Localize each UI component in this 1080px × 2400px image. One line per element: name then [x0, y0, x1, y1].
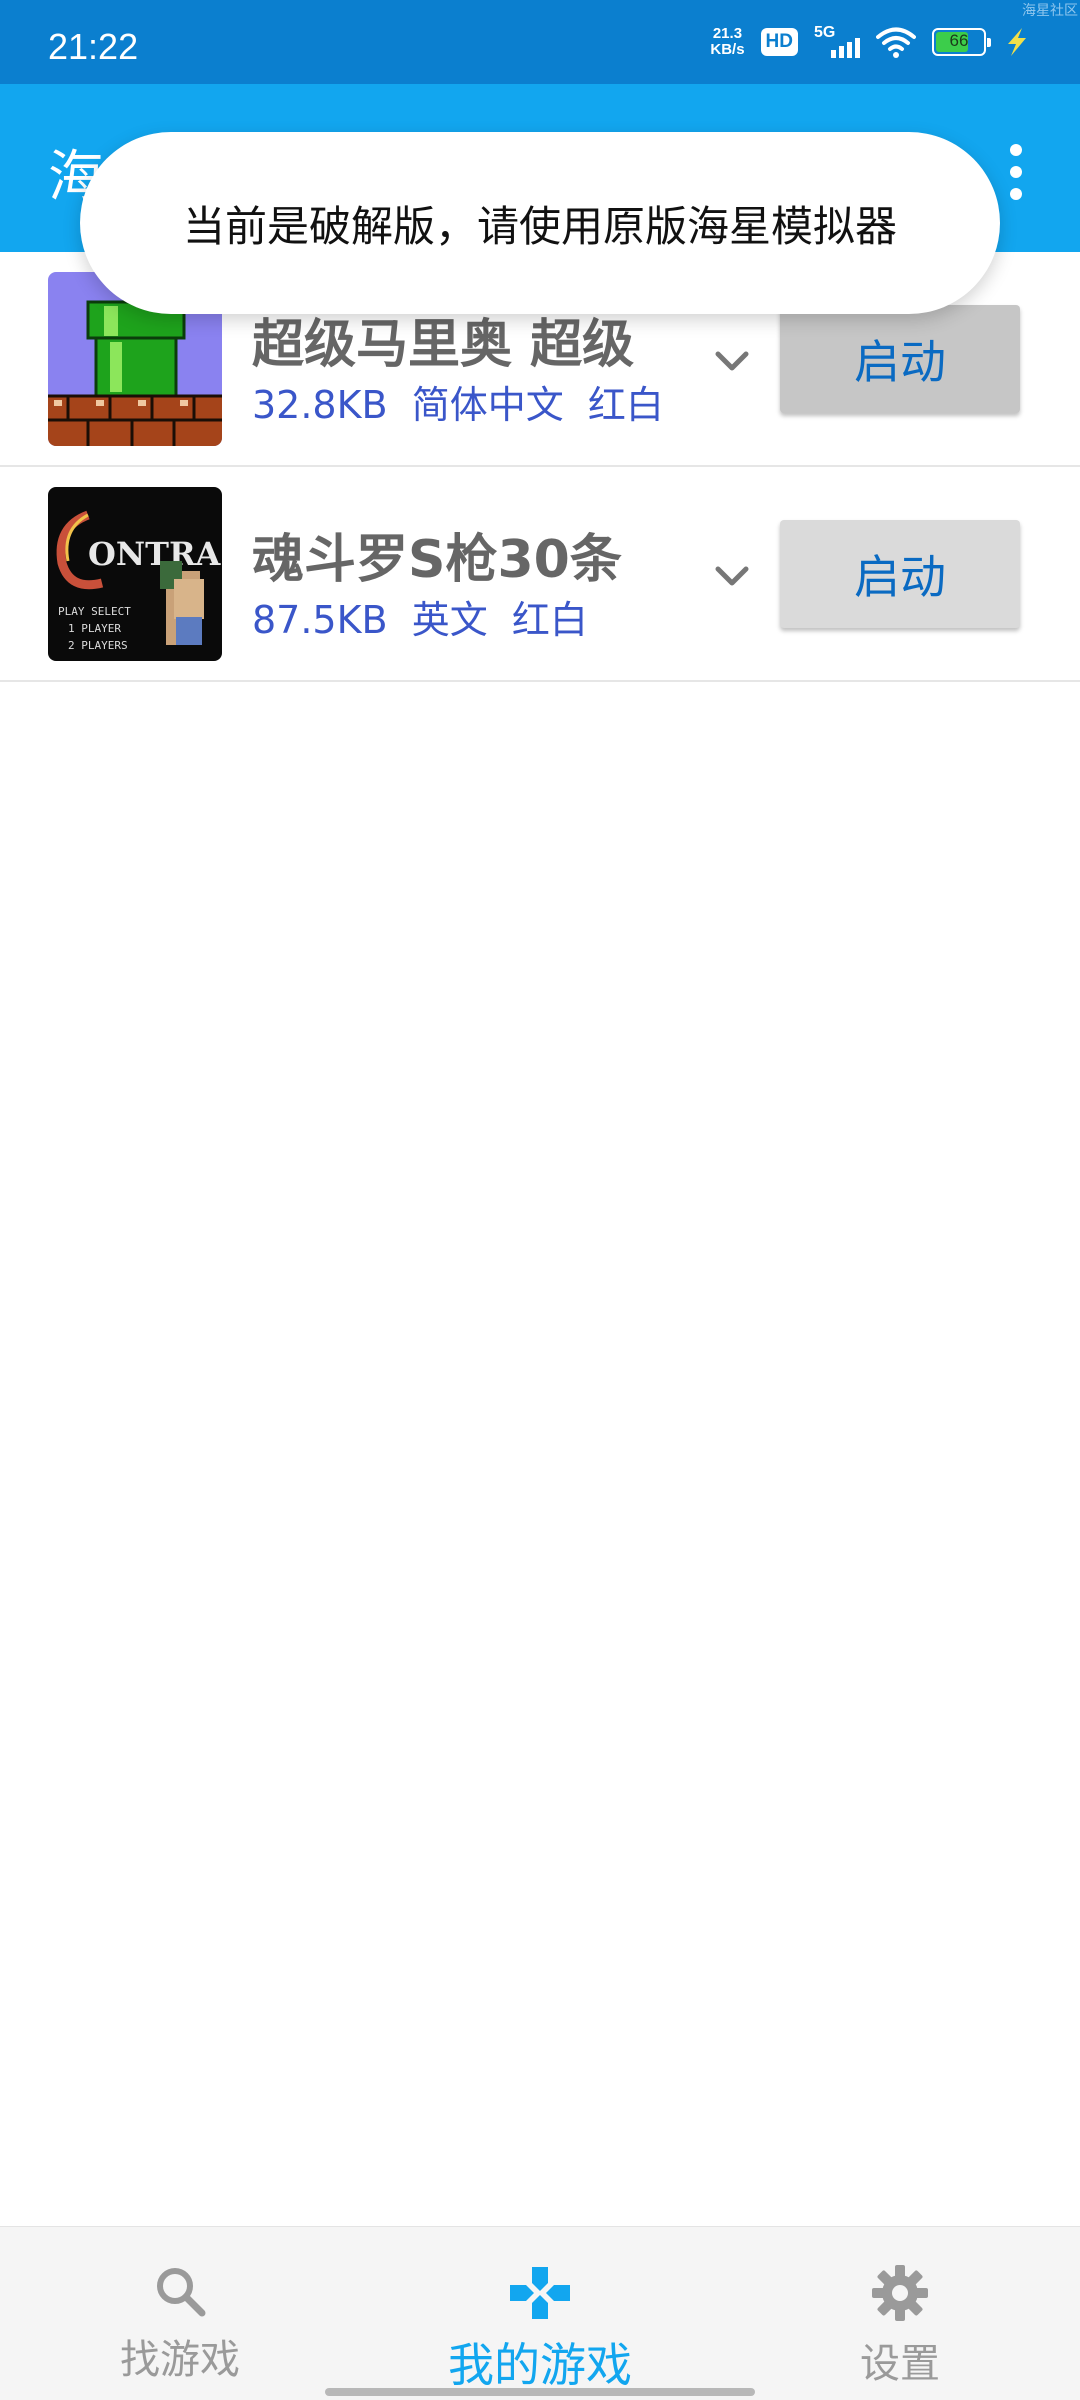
game-size: 87.5KB [252, 598, 388, 642]
network-speed: 21.3 KB/s [710, 26, 744, 58]
launch-button[interactable]: 启动 [780, 520, 1020, 628]
wifi-icon [876, 27, 916, 58]
game-list: 超级马里奥 超级 32.8KB 简体中文 红白 启动 ONTRA PLAY SE… [0, 252, 1080, 682]
nav-label: 设置 [860, 2341, 940, 2387]
nav-item-my-games[interactable]: 我的游戏 [390, 2227, 690, 2400]
bottom-navigation: 找游戏 我的游戏 设置 [0, 2226, 1080, 2400]
toast-message: 当前是破解版，请使用原版海星模拟器 [80, 132, 1000, 314]
gamepad-icon [510, 2267, 570, 2319]
svg-text:ONTRA: ONTRA [88, 535, 222, 573]
watermark: 海星社区 [1022, 3, 1078, 19]
game-language: 英文 [411, 598, 488, 642]
network-speed-unit: KB/s [710, 41, 745, 58]
nav-item-find-games[interactable]: 找游戏 [30, 2227, 330, 2400]
status-time: 21:22 [48, 26, 139, 67]
nav-item-settings[interactable]: 设置 [750, 2227, 1050, 2400]
contra-thumbnail: ONTRA PLAY SELECT 1 PLAYER 2 PLAYERS [48, 487, 222, 661]
game-platform: 红白 [511, 598, 588, 642]
battery-icon: 66 [932, 28, 991, 56]
game-meta: 32.8KB 简体中文 红白 [252, 374, 664, 429]
chevron-down-icon[interactable] [714, 348, 750, 376]
game-language: 简体中文 [411, 383, 564, 427]
svg-text:2 PLAYERS: 2 PLAYERS [68, 639, 128, 652]
launch-button[interactable]: 启动 [780, 305, 1020, 413]
chevron-down-icon[interactable] [714, 563, 750, 591]
game-platform: 红白 [587, 383, 664, 427]
overflow-menu-icon[interactable] [1010, 144, 1024, 200]
game-title: 魂斗罗S枪30条 [252, 530, 622, 590]
battery-level: 66 [949, 31, 969, 50]
svg-text:PLAY SELECT: PLAY SELECT [58, 605, 131, 618]
game-meta: 87.5KB 英文 红白 [252, 589, 588, 644]
gear-icon [872, 2265, 928, 2321]
home-indicator[interactable] [325, 2388, 755, 2396]
nav-label: 我的游戏 [448, 2338, 632, 2392]
nav-label: 找游戏 [120, 2337, 240, 2383]
status-icons: 21.3 KB/s HD 5G 66 [710, 22, 1032, 62]
game-size: 32.8KB [252, 383, 388, 427]
svg-text:1 PLAYER: 1 PLAYER [68, 622, 121, 635]
game-row[interactable]: ONTRA PLAY SELECT 1 PLAYER 2 PLAYERS 魂斗罗… [0, 467, 1080, 682]
search-icon [157, 2268, 206, 2317]
hd-icon: HD [760, 28, 798, 56]
network-speed-value: 21.3 [712, 25, 743, 42]
cellular-signal-icon: 5G [814, 24, 860, 60]
charging-icon [1008, 28, 1026, 56]
status-bar: 21:22 21.3 KB/s HD 5G 66 海星社区 [0, 0, 1080, 84]
